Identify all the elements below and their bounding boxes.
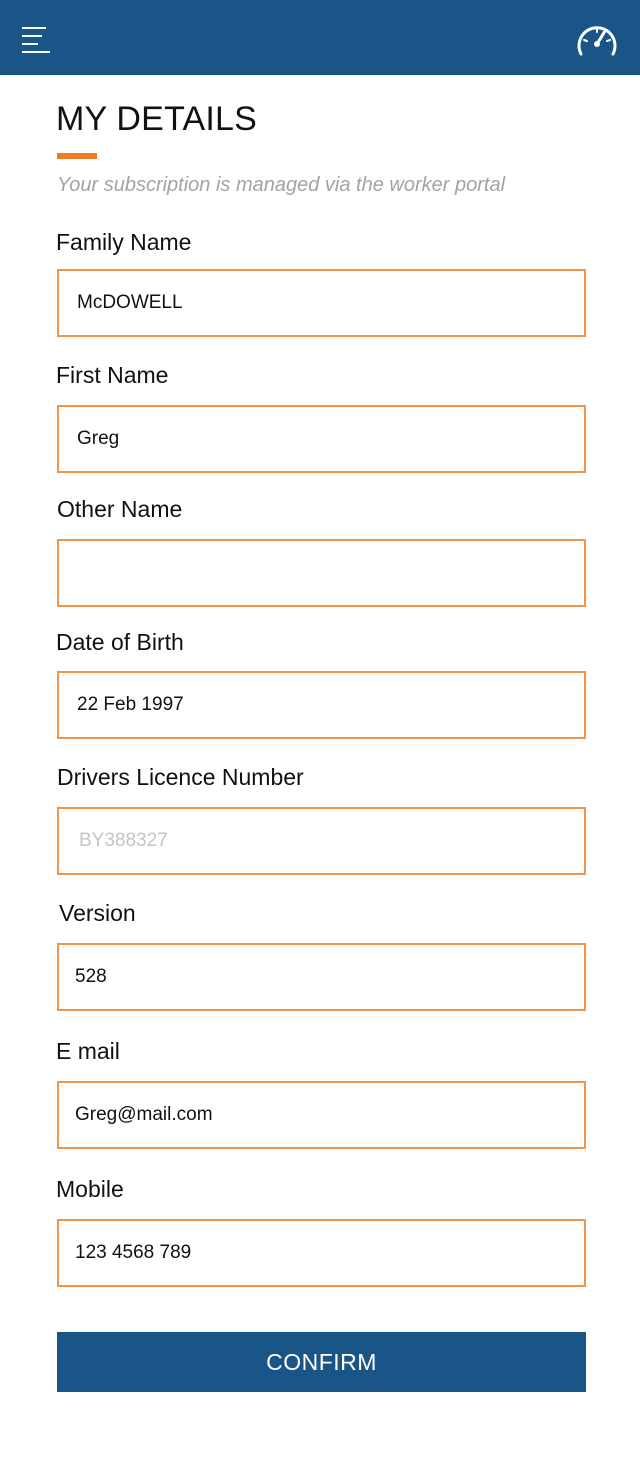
other-name-label: Other Name <box>57 496 183 522</box>
mobile-label: Mobile <box>56 1176 124 1202</box>
licence-number-input[interactable] <box>57 807 586 875</box>
date-of-birth-label: Date of Birth <box>56 629 184 655</box>
subscription-note: Your subscription is managed via the wor… <box>57 174 506 196</box>
first-name-label: First Name <box>56 362 169 388</box>
version-label: Version <box>59 900 136 926</box>
version-input[interactable] <box>57 943 586 1011</box>
top-app-bar <box>0 0 640 75</box>
dashboard-button[interactable] <box>574 19 620 59</box>
other-name-input[interactable] <box>57 539 586 607</box>
family-name-label: Family Name <box>56 229 192 255</box>
date-of-birth-input[interactable] <box>57 671 586 739</box>
speedometer-icon <box>577 26 617 56</box>
family-name-input[interactable] <box>57 269 586 337</box>
email-input[interactable] <box>57 1081 586 1149</box>
mobile-input[interactable] <box>57 1219 586 1287</box>
menu-button[interactable] <box>20 24 54 56</box>
licence-number-label: Drivers Licence Number <box>57 764 304 790</box>
email-label: E mail <box>56 1038 120 1064</box>
first-name-input[interactable] <box>57 405 586 473</box>
confirm-button[interactable]: CONFIRM <box>57 1332 586 1392</box>
title-accent-bar <box>57 153 97 159</box>
page-title: MY DETAILS <box>56 100 258 138</box>
